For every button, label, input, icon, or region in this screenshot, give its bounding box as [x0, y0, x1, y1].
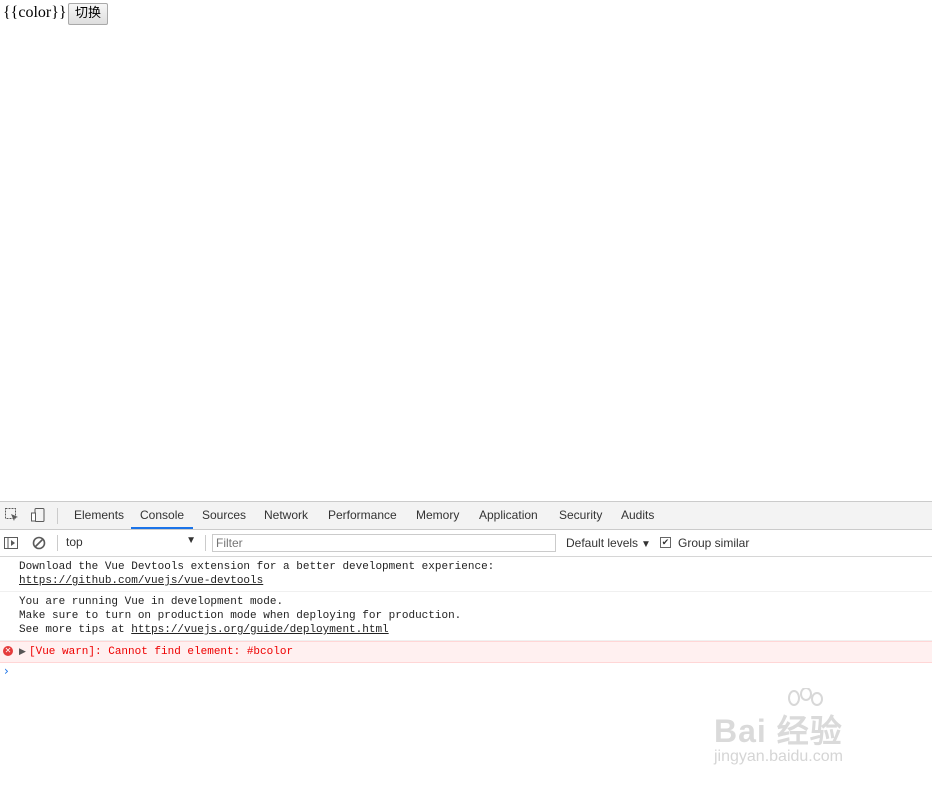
- tab-memory[interactable]: Memory: [416, 502, 459, 529]
- log-levels-label: Default levels: [566, 536, 639, 550]
- error-text: [Vue warn]: Cannot find element: #bcolor: [29, 646, 294, 658]
- message-text: Make sure to turn on production mode whe…: [19, 610, 462, 622]
- prompt-chevron-icon: ›: [4, 664, 9, 678]
- console-message: You are running Vue in development mode.…: [0, 592, 932, 641]
- context-selector[interactable]: top ▼: [66, 535, 198, 551]
- page-content: {{color}} 切换: [0, 0, 932, 500]
- message-text: Download the Vue Devtools extension for …: [19, 561, 495, 573]
- console-error-message[interactable]: ✕ ▶ [Vue warn]: Cannot find element: #bc…: [0, 641, 932, 663]
- message-text: You are running Vue in development mode.: [19, 596, 284, 608]
- dropdown-arrow-icon: ▼: [186, 535, 196, 546]
- expand-triangle-icon[interactable]: ▶: [19, 645, 26, 659]
- tab-sources[interactable]: Sources: [202, 502, 246, 529]
- tab-application[interactable]: Application: [479, 502, 538, 529]
- devtools-link[interactable]: https://github.com/vuejs/vue-devtools: [19, 575, 263, 587]
- console-message: Download the Vue Devtools extension for …: [0, 557, 932, 592]
- watermark-brand: Bai 经验: [714, 713, 843, 749]
- console-toolbar: top ▼ Default levels▼ ✔ Group similar: [0, 530, 932, 557]
- filter-input[interactable]: [212, 534, 556, 552]
- deployment-guide-link[interactable]: https://vuejs.org/guide/deployment.html: [131, 624, 388, 636]
- tab-security[interactable]: Security: [559, 502, 602, 529]
- watermark-url: jingyan.baidu.com: [714, 748, 843, 765]
- console-prompt[interactable]: ›: [0, 663, 932, 678]
- tab-audits[interactable]: Audits: [621, 502, 654, 529]
- tab-elements[interactable]: Elements: [74, 502, 124, 529]
- clear-console-icon[interactable]: [31, 535, 47, 551]
- toolbar-divider: [205, 535, 206, 551]
- baidu-watermark: Bai 经验 jingyan.baidu.com: [712, 688, 882, 770]
- group-similar-checkbox[interactable]: ✔: [660, 537, 671, 548]
- message-text: See more tips at: [19, 624, 132, 636]
- device-toolbar-icon[interactable]: [30, 507, 46, 523]
- tab-network[interactable]: Network: [264, 502, 308, 529]
- error-icon: ✕: [3, 646, 13, 656]
- context-value: top: [66, 535, 83, 549]
- log-levels-dropdown[interactable]: Default levels ▼: [566, 536, 651, 550]
- group-similar-label: Group similar: [678, 536, 750, 550]
- console-messages: Download the Vue Devtools extension for …: [0, 557, 932, 678]
- tab-performance[interactable]: Performance: [328, 502, 397, 529]
- devtools-tabbar: Elements Console Sources Network Perform…: [0, 502, 932, 530]
- toolbar-divider: [57, 508, 58, 524]
- toolbar-divider: [57, 535, 58, 551]
- dropdown-arrow-icon: ▼: [641, 539, 651, 550]
- inspect-element-icon[interactable]: [4, 507, 20, 523]
- vue-template-text: {{color}}: [3, 4, 67, 21]
- tab-console[interactable]: Console: [131, 502, 194, 529]
- show-sidebar-icon[interactable]: [3, 535, 19, 551]
- toggle-button[interactable]: 切换: [68, 3, 109, 25]
